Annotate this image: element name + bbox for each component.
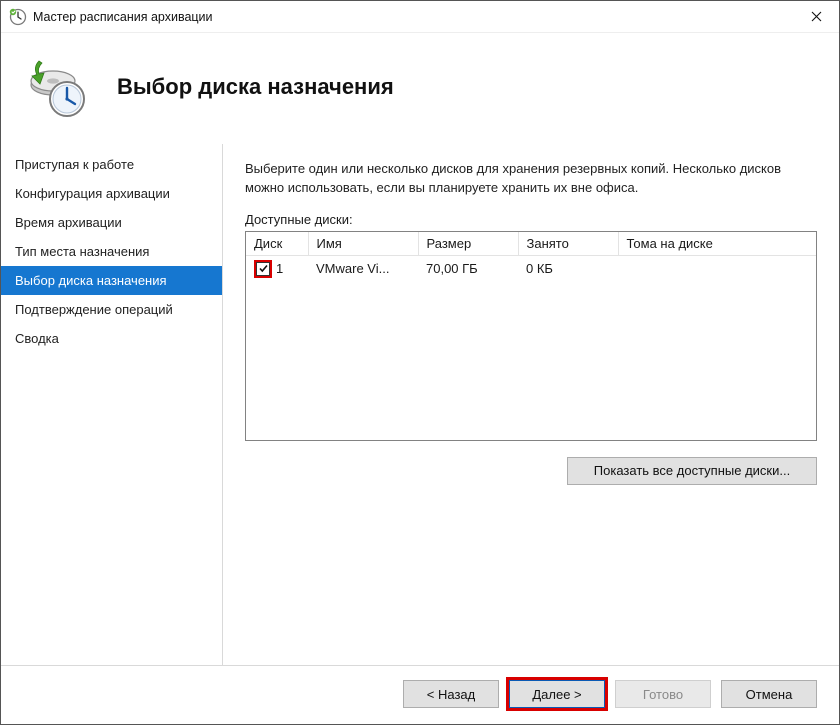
table-row[interactable]: 1 VMware Vi... 70,00 ГБ 0 КБ <box>246 255 816 282</box>
col-header-name[interactable]: Имя <box>308 232 418 256</box>
app-icon <box>9 8 27 26</box>
col-header-size[interactable]: Размер <box>418 232 518 256</box>
cell-size: 70,00 ГБ <box>418 255 518 282</box>
backup-schedule-icon <box>25 55 89 119</box>
disk-checkbox[interactable] <box>256 262 270 276</box>
header-banner: Выбор диска назначения <box>1 33 839 143</box>
col-header-used[interactable]: Занято <box>518 232 618 256</box>
cancel-button[interactable]: Отмена <box>721 680 817 708</box>
instruction-text: Выберите один или несколько дисков для х… <box>245 160 817 198</box>
show-all-disks-button[interactable]: Показать все доступные диски... <box>567 457 817 485</box>
footer-buttons: < Назад Далее > Готово Отмена <box>1 665 839 724</box>
col-header-disk[interactable]: Диск <box>246 232 308 256</box>
next-button[interactable]: Далее > <box>509 680 605 708</box>
step-getting-started[interactable]: Приступая к работе <box>1 150 222 179</box>
close-icon <box>811 11 822 22</box>
titlebar: Мастер расписания архивации <box>1 1 839 33</box>
col-header-volumes[interactable]: Тома на диске <box>618 232 816 256</box>
finish-button: Готово <box>615 680 711 708</box>
step-backup-config[interactable]: Конфигурация архивации <box>1 179 222 208</box>
cell-disk: 1 <box>276 261 283 276</box>
highlight-box <box>254 260 272 278</box>
table-header-row: Диск Имя Размер Занято Тома на диске <box>246 232 816 256</box>
available-disks-list[interactable]: Диск Имя Размер Занято Тома на диске <box>245 231 817 441</box>
cell-used: 0 КБ <box>518 255 618 282</box>
cell-volumes <box>618 255 816 282</box>
step-destination-disk[interactable]: Выбор диска назначения <box>1 266 222 295</box>
content-pane: Выберите один или несколько дисков для х… <box>223 144 839 665</box>
body: Приступая к работе Конфигурация архиваци… <box>1 143 839 665</box>
close-button[interactable] <box>793 1 839 33</box>
window-title: Мастер расписания архивации <box>33 10 793 24</box>
back-button[interactable]: < Назад <box>403 680 499 708</box>
step-destination-type[interactable]: Тип места назначения <box>1 237 222 266</box>
available-disks-label: Доступные диски: <box>245 212 817 227</box>
page-title: Выбор диска назначения <box>117 74 394 100</box>
wizard-steps-sidebar: Приступая к работе Конфигурация архиваци… <box>1 144 223 665</box>
cell-name: VMware Vi... <box>308 255 418 282</box>
step-confirmation[interactable]: Подтверждение операций <box>1 295 222 324</box>
checkmark-icon <box>258 263 269 274</box>
step-backup-time[interactable]: Время архивации <box>1 208 222 237</box>
step-summary[interactable]: Сводка <box>1 324 222 353</box>
wizard-window: Мастер расписания архивации Выбор диска … <box>0 0 840 725</box>
